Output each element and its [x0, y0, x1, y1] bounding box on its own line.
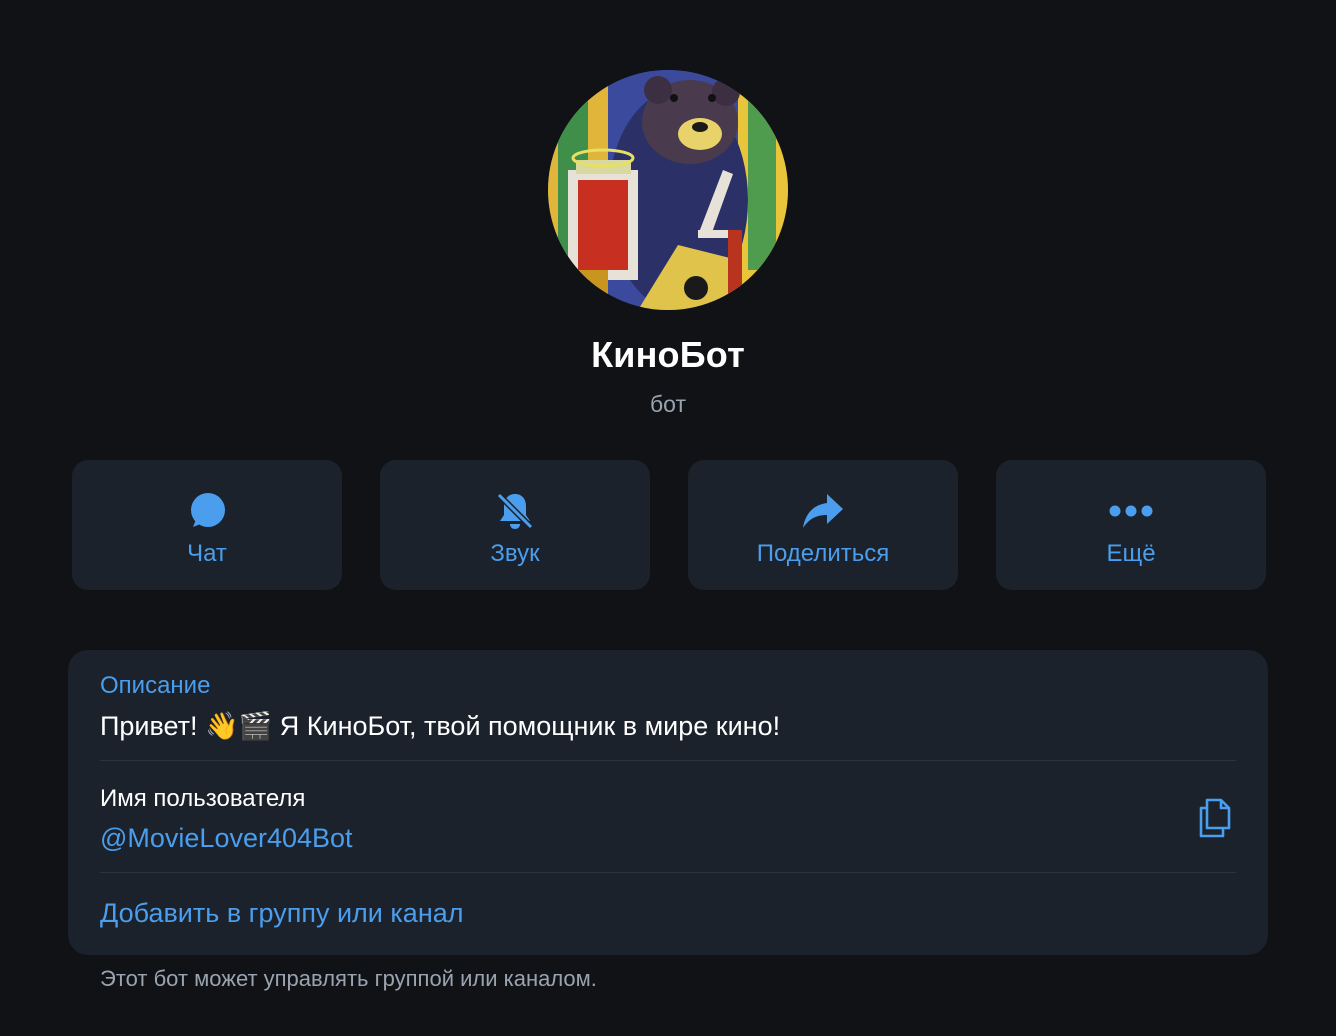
sound-button-label: Звук — [490, 540, 540, 567]
share-arrow-icon — [688, 490, 958, 532]
username-value[interactable]: @MovieLover404Bot — [100, 823, 353, 854]
share-button-label: Поделиться — [756, 540, 890, 567]
divider — [100, 872, 1236, 873]
divider — [100, 760, 1236, 761]
bot-type-label: бот — [650, 391, 686, 417]
more-button-label: Ещё — [1106, 540, 1156, 567]
bot-admin-footnote: Этот бот может управлять группой или кан… — [100, 966, 597, 991]
more-dots-icon — [996, 490, 1266, 532]
add-to-group-link[interactable]: Добавить в группу или канал — [100, 898, 464, 929]
bell-muted-icon — [380, 490, 650, 532]
bot-name: КиноБот — [591, 334, 745, 375]
share-button[interactable]: Поделиться — [688, 460, 958, 590]
sound-button[interactable]: Звук — [380, 460, 650, 590]
more-button[interactable]: Ещё — [996, 460, 1266, 590]
chat-button[interactable]: Чат — [72, 460, 342, 590]
bot-avatar[interactable] — [548, 70, 788, 310]
chat-button-label: Чат — [187, 540, 227, 567]
bear-painting-avatar-icon — [548, 70, 788, 310]
bot-profile-page: КиноБот бот Чат Звук Поделиться Ещё Опис… — [0, 0, 1336, 1036]
description-text: Привет! 👋🎬 Я КиноБот, твой помощник в ми… — [100, 711, 781, 741]
copy-username-button[interactable] — [1190, 790, 1240, 846]
info-card: Описание Привет! 👋🎬 Я КиноБот, твой помо… — [68, 650, 1268, 955]
description-label: Описание — [100, 672, 211, 699]
action-buttons-row: Чат Звук Поделиться Ещё — [72, 460, 1266, 590]
copy-icon — [1199, 798, 1231, 838]
chat-bubble-icon — [72, 490, 342, 532]
username-label: Имя пользователя — [100, 785, 306, 812]
